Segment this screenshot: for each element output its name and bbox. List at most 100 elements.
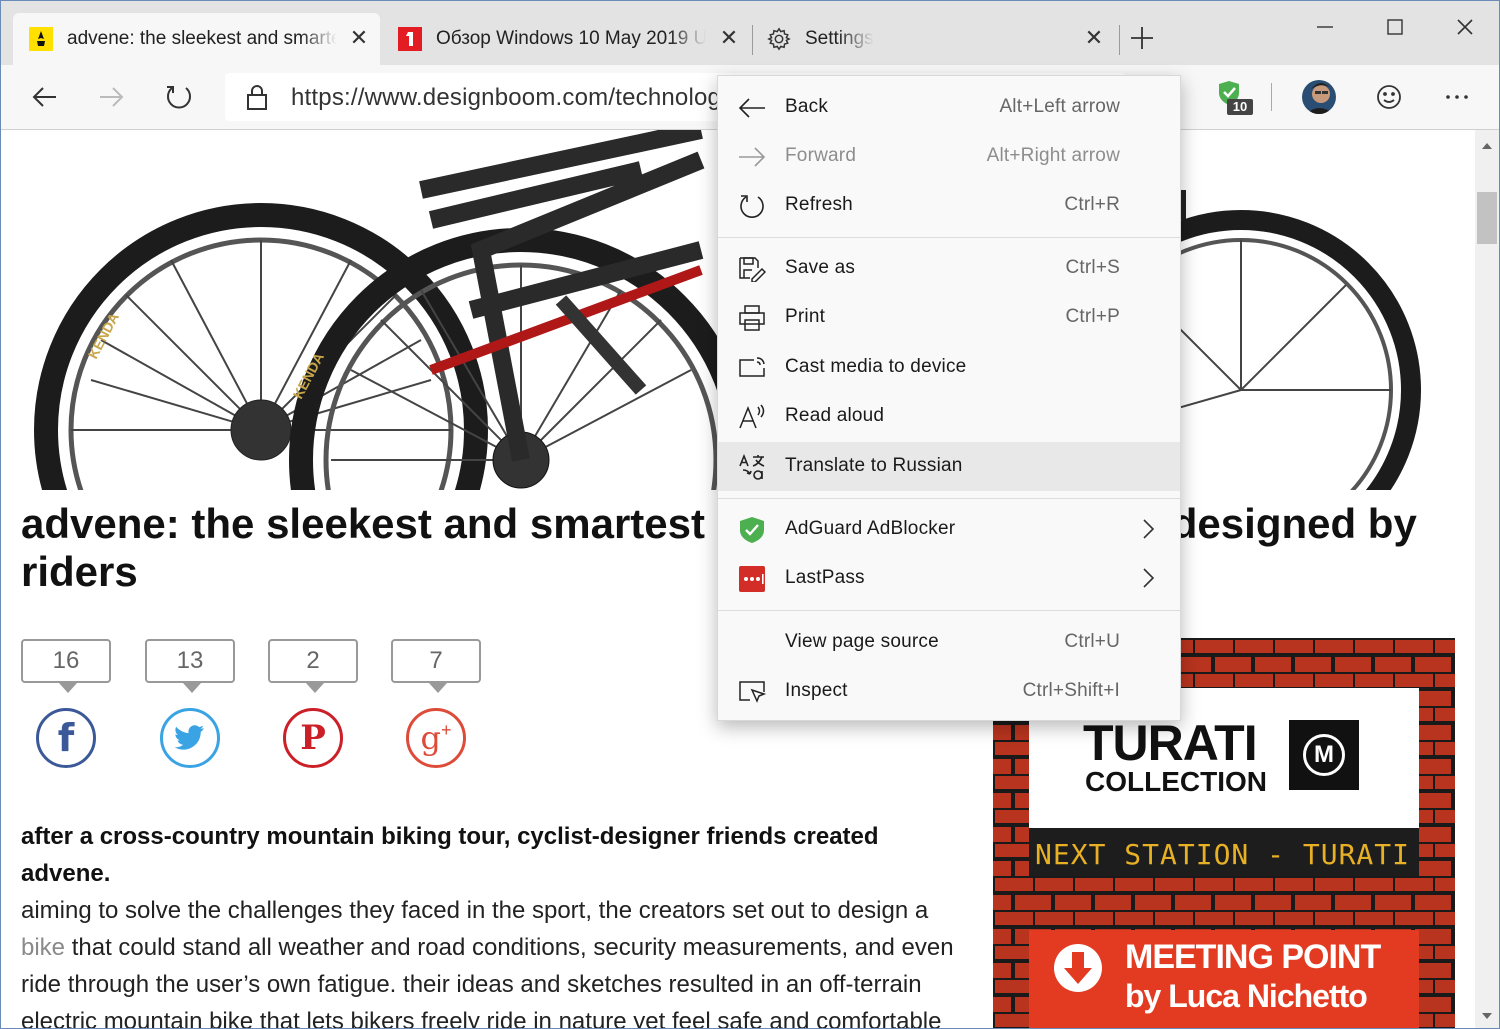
adguard-extension-icon[interactable]: 10 — [1213, 77, 1257, 117]
extension-badge-count: 10 — [1232, 99, 1248, 114]
refresh-button[interactable] — [159, 77, 199, 117]
forward-arrow-icon — [738, 144, 766, 170]
facebook-share-icon[interactable]: f — [36, 708, 96, 768]
menu-item-inspect[interactable]: Inspect Ctrl+Shift+I — [718, 667, 1180, 716]
scroll-up-icon[interactable] — [1481, 138, 1493, 156]
menu-label: Save as — [785, 257, 856, 278]
twitter-share-icon[interactable] — [160, 708, 220, 768]
lastpass-icon — [738, 566, 766, 592]
ad-designer: by Luca Nichetto — [1125, 978, 1368, 1014]
vertical-scrollbar[interactable] — [1475, 130, 1499, 1028]
pinterest-share-icon[interactable]: P — [283, 708, 343, 768]
tab-title: advene: the sleekest and smartest electr… — [67, 28, 337, 50]
refresh-icon — [738, 193, 766, 219]
menu-label: Back — [785, 96, 829, 117]
ad-station-sign: NEXT STATION - TURATI — [1035, 838, 1411, 871]
maximize-button[interactable] — [1375, 9, 1415, 45]
context-menu: Back Alt+Left arrow Forward Alt+Right ar… — [717, 75, 1181, 721]
article-text: that could stand all weather and road co… — [21, 934, 954, 1028]
menu-item-back[interactable]: Back Alt+Left arrow — [718, 83, 1180, 132]
translate-icon — [738, 453, 766, 480]
scrollbar-thumb[interactable] — [1477, 192, 1497, 244]
chevron-right-icon — [1140, 518, 1156, 540]
metro-m-logo: M — [1303, 734, 1345, 776]
facebook-share-count: 16 — [21, 639, 111, 693]
menu-label: Translate to Russian — [785, 455, 963, 476]
menu-separator — [718, 237, 1180, 238]
scroll-down-icon[interactable] — [1481, 1008, 1493, 1026]
menu-shortcut: Alt+Right arrow — [986, 145, 1120, 166]
tab-windows-review[interactable]: Обзор Windows 10 May 2019 Update ✕ — [382, 13, 750, 65]
print-icon — [738, 305, 766, 331]
menu-shortcut: Ctrl+R — [1064, 194, 1120, 215]
menu-item-read-aloud[interactable]: Read aloud — [718, 392, 1180, 441]
menu-label: Cast media to device — [785, 356, 967, 377]
menu-item-adguard[interactable]: AdGuard AdBlocker — [718, 505, 1180, 554]
toolbar-divider — [1271, 83, 1272, 111]
menu-item-cast[interactable]: Cast media to device — [718, 343, 1180, 392]
menu-separator — [718, 498, 1180, 499]
more-options-button[interactable] — [1437, 77, 1477, 117]
menu-separator — [718, 610, 1180, 611]
inspect-icon — [738, 679, 766, 705]
close-window-button[interactable] — [1445, 9, 1485, 45]
chevron-right-icon — [1140, 567, 1156, 589]
pinterest-share-count: 2 — [268, 639, 358, 693]
ixbt-favicon-icon — [398, 27, 422, 51]
tab-divider — [1119, 25, 1120, 55]
close-tab-icon[interactable]: ✕ — [1083, 27, 1105, 49]
new-tab-button[interactable] — [1127, 23, 1157, 53]
menu-shortcut: Ctrl+U — [1064, 631, 1120, 652]
menu-label: AdGuard AdBlocker — [785, 518, 956, 539]
tab-title: Обзор Windows 10 May 2019 Update — [436, 28, 706, 50]
menu-shortcut: Ctrl+P — [1065, 306, 1120, 327]
back-arrow-icon — [738, 95, 766, 121]
article-body: after a cross-country mountain biking to… — [21, 818, 956, 1028]
menu-item-refresh[interactable]: Refresh Ctrl+R — [718, 181, 1180, 230]
menu-item-view-source[interactable]: View page source Ctrl+U — [718, 618, 1180, 667]
menu-item-translate[interactable]: Translate to Russian — [718, 442, 1180, 491]
menu-label: Forward — [785, 145, 857, 166]
article-lead: after a cross-country mountain biking to… — [21, 823, 879, 887]
minimize-button[interactable] — [1305, 9, 1345, 45]
menu-item-lastpass[interactable]: LastPass — [718, 554, 1180, 603]
googleplus-share-count: 7 — [391, 639, 481, 693]
menu-shortcut: Ctrl+Shift+I — [1022, 680, 1120, 701]
lock-icon[interactable] — [245, 83, 269, 116]
profile-avatar[interactable] — [1299, 77, 1339, 117]
menu-label: View page source — [785, 631, 939, 652]
menu-label: Refresh — [785, 194, 853, 215]
menu-label: Print — [785, 306, 826, 327]
tab-settings[interactable]: Settings ✕ — [751, 13, 1119, 65]
menu-item-print[interactable]: Print Ctrl+P — [718, 293, 1180, 342]
read-aloud-icon — [738, 404, 766, 430]
menu-item-save-as[interactable]: Save as Ctrl+S — [718, 244, 1180, 293]
ad-meeting-point: MEETING POINT — [1125, 938, 1381, 976]
tab-advene[interactable]: advene: the sleekest and smartest electr… — [13, 13, 380, 65]
article-text: aiming to solve the challenges they face… — [21, 897, 929, 924]
adguard-shield-icon — [738, 517, 766, 543]
twitter-share-count: 13 — [145, 639, 235, 693]
tab-title: Settings — [805, 28, 874, 50]
forward-button[interactable] — [91, 77, 131, 117]
menu-shortcut: Alt+Left arrow — [999, 96, 1120, 117]
ad-brand-subtitle: COLLECTION — [1085, 766, 1267, 797]
designboom-favicon-icon — [29, 27, 53, 51]
ad-brand-title: TURATI — [1083, 715, 1258, 771]
close-tab-icon[interactable]: ✕ — [718, 27, 740, 49]
menu-shortcut: Ctrl+S — [1065, 257, 1120, 278]
feedback-smiley-icon[interactable] — [1369, 77, 1409, 117]
menu-item-forward[interactable]: Forward Alt+Right arrow — [718, 132, 1180, 181]
tab-strip: advene: the sleekest and smartest electr… — [1, 1, 1499, 65]
gear-icon — [767, 27, 791, 51]
menu-label: LastPass — [785, 567, 865, 588]
googleplus-share-icon[interactable]: g + — [406, 708, 466, 768]
back-button[interactable] — [25, 77, 65, 117]
bike-link[interactable]: bike — [21, 934, 65, 961]
cast-icon — [738, 355, 766, 381]
save-as-icon — [738, 256, 766, 282]
browser-window: advene: the sleekest and smartest electr… — [0, 0, 1500, 1029]
close-tab-icon[interactable]: ✕ — [348, 27, 370, 49]
menu-label: Read aloud — [785, 405, 885, 426]
menu-label: Inspect — [785, 680, 848, 701]
